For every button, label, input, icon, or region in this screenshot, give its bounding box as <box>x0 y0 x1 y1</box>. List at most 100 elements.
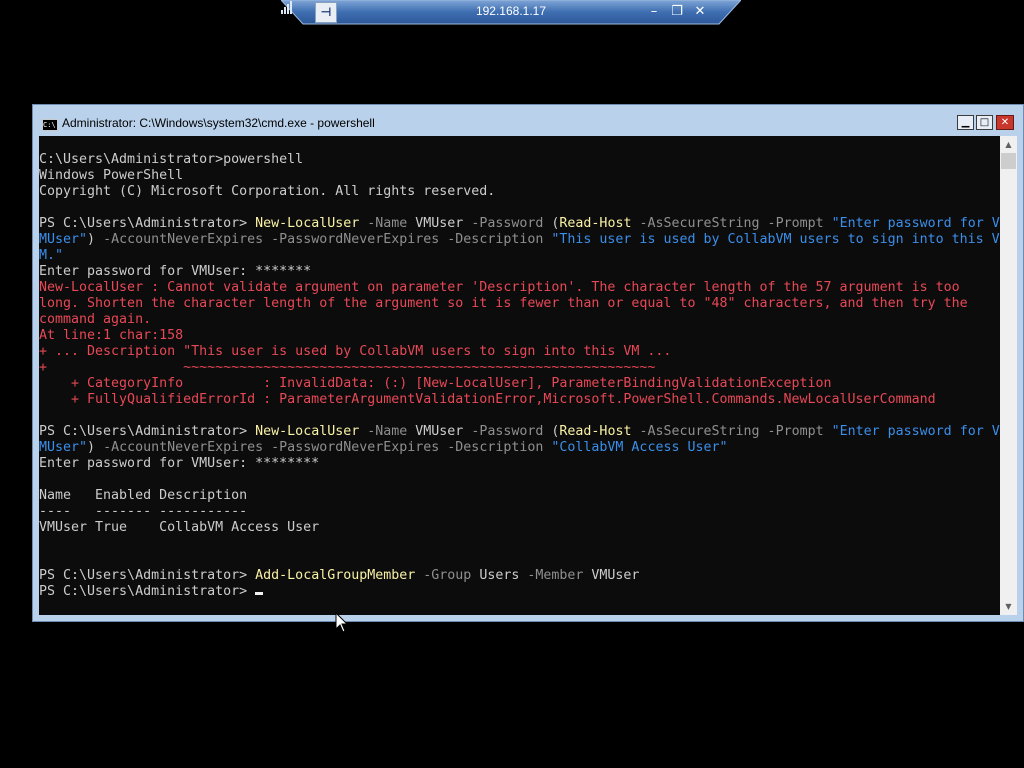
console-text-segment: -Name <box>359 424 416 439</box>
connection-address: 192.168.1.17 <box>475 4 547 18</box>
console-text-segment: -AsSecureString -Prompt <box>631 424 832 439</box>
console-text-segment: Read-Host <box>559 216 632 231</box>
console-line: + ... Description "This user is used by … <box>39 344 1000 360</box>
console-text-segment: long. Shorten the character length of th… <box>39 296 968 311</box>
close-button[interactable]: ✕ <box>996 115 1014 130</box>
console-text-segment: "This user is used by CollabVM users to … <box>551 232 1000 247</box>
console-text-segment: + ... Description "This user is used by … <box>39 344 672 359</box>
console-line: At line:1 char:158 <box>39 328 1000 344</box>
console-text-segment: New-LocalUser <box>255 216 360 231</box>
console-line: PS C:\Users\Administrator> <box>39 584 1000 600</box>
console-text-segment: New-LocalUser <box>255 424 360 439</box>
console-line: PS C:\Users\Administrator> New-LocalUser… <box>39 216 1000 232</box>
minimize-icon: ▁ <box>961 117 970 128</box>
console-line: Enter password for VMUser: ******** <box>39 456 1000 472</box>
console-text-segment: Add-LocalGroupMember <box>255 568 416 583</box>
console-text-segment: VMUser <box>591 568 640 583</box>
console-text-segment: ) <box>87 232 104 247</box>
console-line: C:\Users\Administrator>powershell <box>39 152 1000 168</box>
console-text-segment: PS C:\Users\Administrator> <box>39 216 256 231</box>
window-titlebar[interactable]: C:\ Administrator: C:\Windows\system32\c… <box>33 105 1023 136</box>
console-text-segment: New-LocalUser : Cannot validate argument… <box>39 280 960 295</box>
console-line: VMUser True CollabVM Access User <box>39 520 1000 536</box>
remote-connection-bar: ⊣ 192.168.1.17 – ❐ ✕ <box>281 0 741 26</box>
window-title: Administrator: C:\Windows\system32\cmd.e… <box>62 116 375 130</box>
scroll-up-arrow-icon[interactable]: ▲ <box>1000 136 1017 153</box>
console-line: + ~~~~~~~~~~~~~~~~~~~~~~~~~~~~~~~~~~~~~~… <box>39 360 1000 376</box>
console-text-segment: M." <box>39 248 64 263</box>
console-line: Copyright (C) Microsoft Corporation. All… <box>39 184 1000 200</box>
console-text-segment: Users <box>479 568 520 583</box>
console-text-segment: Read-Host <box>559 424 632 439</box>
console-line: + FullyQualifiedErrorId : ParameterArgum… <box>39 392 1000 408</box>
console-text-segment: Enter password for VMUser: ******* <box>39 264 312 279</box>
console-text-segment: VMUser <box>415 424 464 439</box>
console-lines: C:\Users\Administrator>powershell Windows… <box>39 152 1000 600</box>
signal-bars-icon[interactable] <box>281 0 295 14</box>
console-text-segment: + ~~~~~~~~~~~~~~~~~~~~~~~~~~~~~~~~~~~~~~… <box>39 360 656 375</box>
console-text-segment: Windows PowerShell <box>39 168 184 183</box>
restore-icon: ❐ <box>671 4 683 19</box>
console-text-segment: ) <box>87 440 104 455</box>
console-text-segment: PS C:\Users\Administrator> <box>39 584 256 599</box>
minimize-icon: – <box>650 4 658 19</box>
console-line: long. Shorten the character length of th… <box>39 296 1000 312</box>
console-text-segment: C:\Users\Administrator>powershell <box>39 152 304 167</box>
console-text-segment: command again. <box>39 312 152 327</box>
console-output[interactable]: C:\Users\Administrator>powershell Windows… <box>39 136 1000 615</box>
console-text-segment: + CategoryInfo : InvalidData: (:) [New-L… <box>39 376 832 391</box>
console-text-segment: -Group <box>415 568 480 583</box>
console-text-segment: PS C:\Users\Administrator> <box>39 568 256 583</box>
pin-button[interactable]: ⊣ <box>315 2 337 23</box>
console-text-segment: ---- ------- ----------- <box>39 504 248 519</box>
console-text-segment: Name Enabled Description <box>39 488 248 503</box>
console-line: MUser") -AccountNeverExpires -PasswordNe… <box>39 232 1000 248</box>
console-text-segment: MUser" <box>39 440 88 455</box>
console-window: C:\ Administrator: C:\Windows\system32\c… <box>32 104 1024 622</box>
console-line: Name Enabled Description <box>39 488 1000 504</box>
console-text-segment: -Member <box>519 568 592 583</box>
console-text-segment: VMUser True CollabVM Access User <box>39 520 320 535</box>
console-line: + CategoryInfo : InvalidData: (:) [New-L… <box>39 376 1000 392</box>
minimize-button[interactable]: ▁ <box>957 115 974 130</box>
console-text-segment: "Enter password for V <box>831 216 1000 231</box>
console-line: Windows PowerShell <box>39 168 1000 184</box>
vertical-scrollbar[interactable]: ▲ ▼ <box>1000 136 1017 615</box>
connection-restore-button[interactable]: ❐ <box>668 3 686 21</box>
console-text-segment: Copyright (C) Microsoft Corporation. All… <box>39 184 496 199</box>
console-text-segment: -Name <box>359 216 416 231</box>
console-text-segment: -AsSecureString -Prompt <box>631 216 832 231</box>
scrollbar-thumb[interactable] <box>1001 153 1016 169</box>
connection-minimize-button[interactable]: – <box>645 3 663 21</box>
console-text-segment: -Password <box>463 424 552 439</box>
console-text-segment: "Enter password for V <box>831 424 1000 439</box>
console-line: command again. <box>39 312 1000 328</box>
console-line: PS C:\Users\Administrator> New-LocalUser… <box>39 424 1000 440</box>
close-icon: ✕ <box>694 4 706 19</box>
console-text-segment: -AccountNeverExpires -PasswordNeverExpir… <box>103 232 552 247</box>
console-line: M." <box>39 248 1000 264</box>
console-text-segment: + FullyQualifiedErrorId : ParameterArgum… <box>39 392 936 407</box>
cmd-app-icon[interactable]: C:\ <box>42 119 58 131</box>
console-line: ---- ------- ----------- <box>39 504 1000 520</box>
console-text-segment: "CollabVM Access User" <box>551 440 728 455</box>
text-cursor <box>255 592 264 595</box>
console-text-segment: -AccountNeverExpires -PasswordNeverExpir… <box>103 440 552 455</box>
console-line: Enter password for VMUser: ******* <box>39 264 1000 280</box>
console-text-segment: -Password <box>463 216 552 231</box>
connection-close-button[interactable]: ✕ <box>691 3 709 21</box>
pin-icon: ⊣ <box>320 5 332 19</box>
scroll-down-arrow-icon[interactable]: ▼ <box>1000 598 1017 615</box>
mouse-pointer-icon <box>335 612 349 633</box>
console-line: New-LocalUser : Cannot validate argument… <box>39 280 1000 296</box>
console-text-segment: VMUser <box>415 216 464 231</box>
console-text-segment: Enter password for VMUser: ******** <box>39 456 320 471</box>
maximize-button[interactable]: □ <box>976 115 993 130</box>
console-line: MUser") -AccountNeverExpires -PasswordNe… <box>39 440 1000 456</box>
console-text-segment: PS C:\Users\Administrator> <box>39 424 256 439</box>
